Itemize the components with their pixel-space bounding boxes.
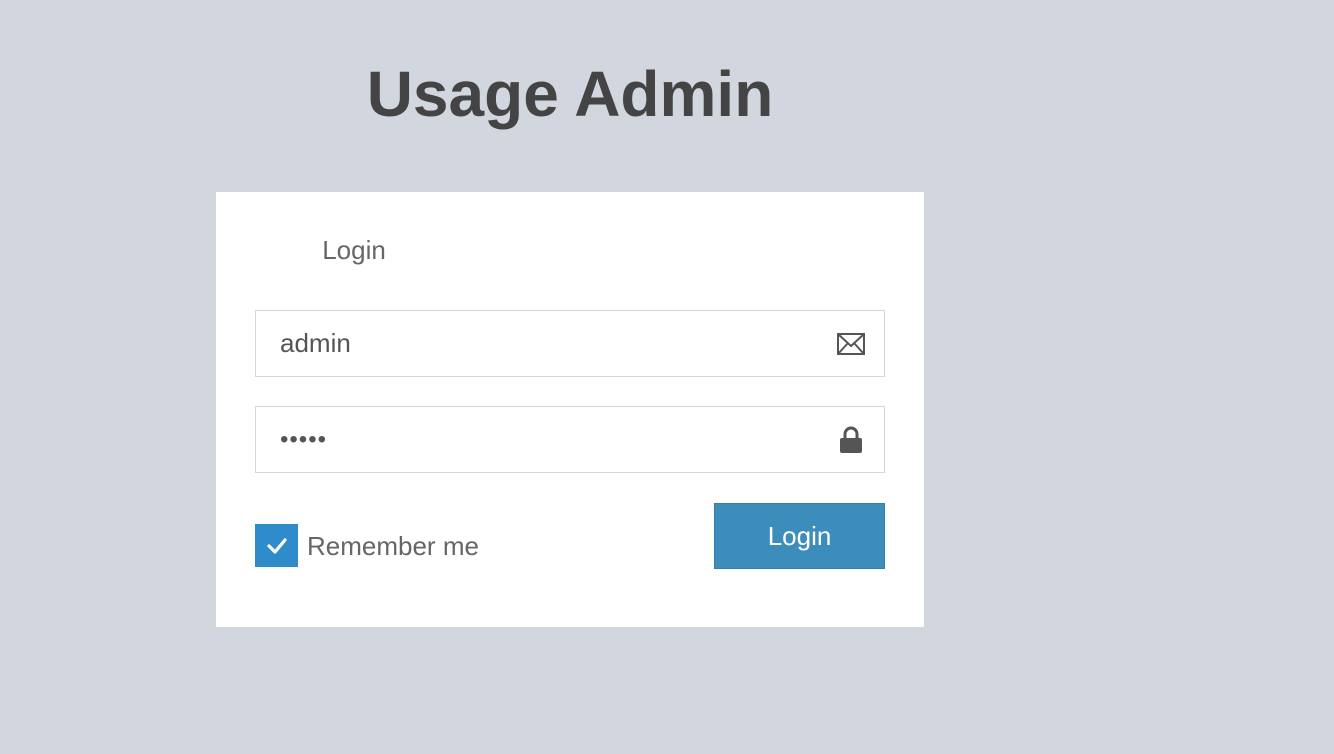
username-field <box>255 310 885 377</box>
username-input[interactable] <box>256 311 884 376</box>
checkbox-checked[interactable] <box>255 524 298 567</box>
password-field <box>255 406 885 473</box>
app-title: Usage Admin <box>366 58 774 130</box>
password-input[interactable] <box>256 407 884 472</box>
login-box-heading: Login <box>322 235 386 265</box>
lock-icon <box>836 425 866 455</box>
checkmark-icon <box>266 537 287 554</box>
remember-me-checkbox[interactable]: Remember me <box>255 524 479 567</box>
remember-me-label: Remember me <box>307 530 479 561</box>
envelope-icon <box>836 329 866 359</box>
login-button[interactable]: Login <box>714 503 885 569</box>
